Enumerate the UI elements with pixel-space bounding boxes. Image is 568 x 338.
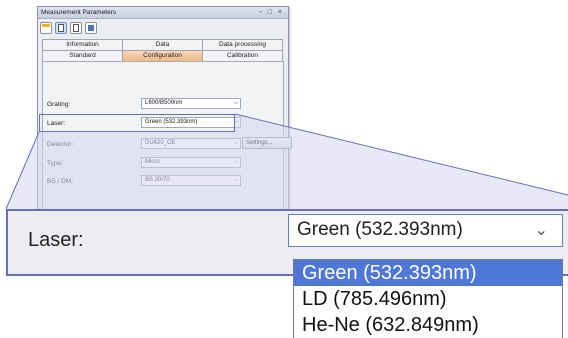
- measurement-parameters-window: Measurement Parameters - □ × Information…: [37, 6, 289, 214]
- detector-value: DU420_OE: [145, 140, 176, 146]
- detector-label: Detector:: [47, 141, 74, 148]
- tab-standard[interactable]: Standard: [42, 50, 123, 61]
- open-folder-icon[interactable]: [40, 21, 52, 34]
- type-label: Type:: [47, 160, 63, 167]
- save-icon[interactable]: [85, 21, 97, 34]
- new-document-icon[interactable]: [55, 21, 67, 34]
- tab-information[interactable]: Information: [42, 39, 123, 50]
- chevron-down-icon: ⌄: [534, 222, 548, 239]
- chevron-down-icon: ⌵: [233, 159, 238, 165]
- toolbar: [38, 19, 288, 36]
- tab-configuration[interactable]: Configuration: [122, 50, 203, 61]
- bs-dm-select[interactable]: BS 30/70 ⌵: [141, 175, 241, 186]
- laser-option[interactable]: Green (532.393nm): [294, 260, 562, 286]
- type-value: Micro: [145, 159, 160, 165]
- detector-select[interactable]: DU420_OE ⌵: [141, 138, 241, 149]
- chevron-down-icon: ⌵: [233, 100, 238, 106]
- grating-row: Grating:: [47, 101, 137, 108]
- grating-select[interactable]: L600/B500nm ⌵: [141, 98, 241, 109]
- grating-value: L600/B500nm: [145, 100, 183, 106]
- chevron-down-icon: ⌵: [233, 177, 238, 183]
- laser-option[interactable]: LD (785.496nm): [294, 286, 562, 312]
- grating-label: Grating:: [47, 101, 71, 108]
- tab-calibration[interactable]: Calibration: [202, 50, 283, 61]
- bs-dm-value: BS 30/70: [145, 177, 170, 183]
- chevron-down-icon: ⌵: [233, 140, 238, 146]
- zoom-laser-select[interactable]: Green (532.393nm) ⌄: [288, 214, 563, 247]
- type-select[interactable]: Micro ⌵: [141, 157, 241, 168]
- document-icon[interactable]: [70, 21, 82, 34]
- settings-button[interactable]: Settings...: [242, 137, 292, 149]
- tab-data[interactable]: Data: [122, 39, 203, 50]
- detector-row: Detector:: [47, 141, 137, 148]
- tab-row-bottom: Standard Configuration Calibration: [42, 50, 283, 61]
- bs-dm-row: BS / DM:: [47, 178, 137, 185]
- window-title: Measurement Parameters: [41, 9, 117, 16]
- title-bar: Measurement Parameters - □ ×: [38, 7, 288, 19]
- zoom-laser-label: Laser:: [28, 229, 84, 251]
- laser-dropdown-list: Green (532.393nm) LD (785.496nm) He-Ne (…: [293, 259, 563, 338]
- laser-option[interactable]: He-Ne (632.849nm): [294, 312, 562, 338]
- laser-highlight-box: [39, 114, 235, 132]
- type-row: Type:: [47, 160, 137, 167]
- bs-dm-label: BS / DM:: [47, 178, 74, 185]
- window-controls[interactable]: - □ ×: [259, 7, 284, 18]
- tab-row-top: Information Data Data processing: [42, 39, 283, 50]
- tab-data-processing[interactable]: Data processing: [202, 39, 283, 50]
- zoom-laser-value: Green (532.393nm): [297, 219, 463, 240]
